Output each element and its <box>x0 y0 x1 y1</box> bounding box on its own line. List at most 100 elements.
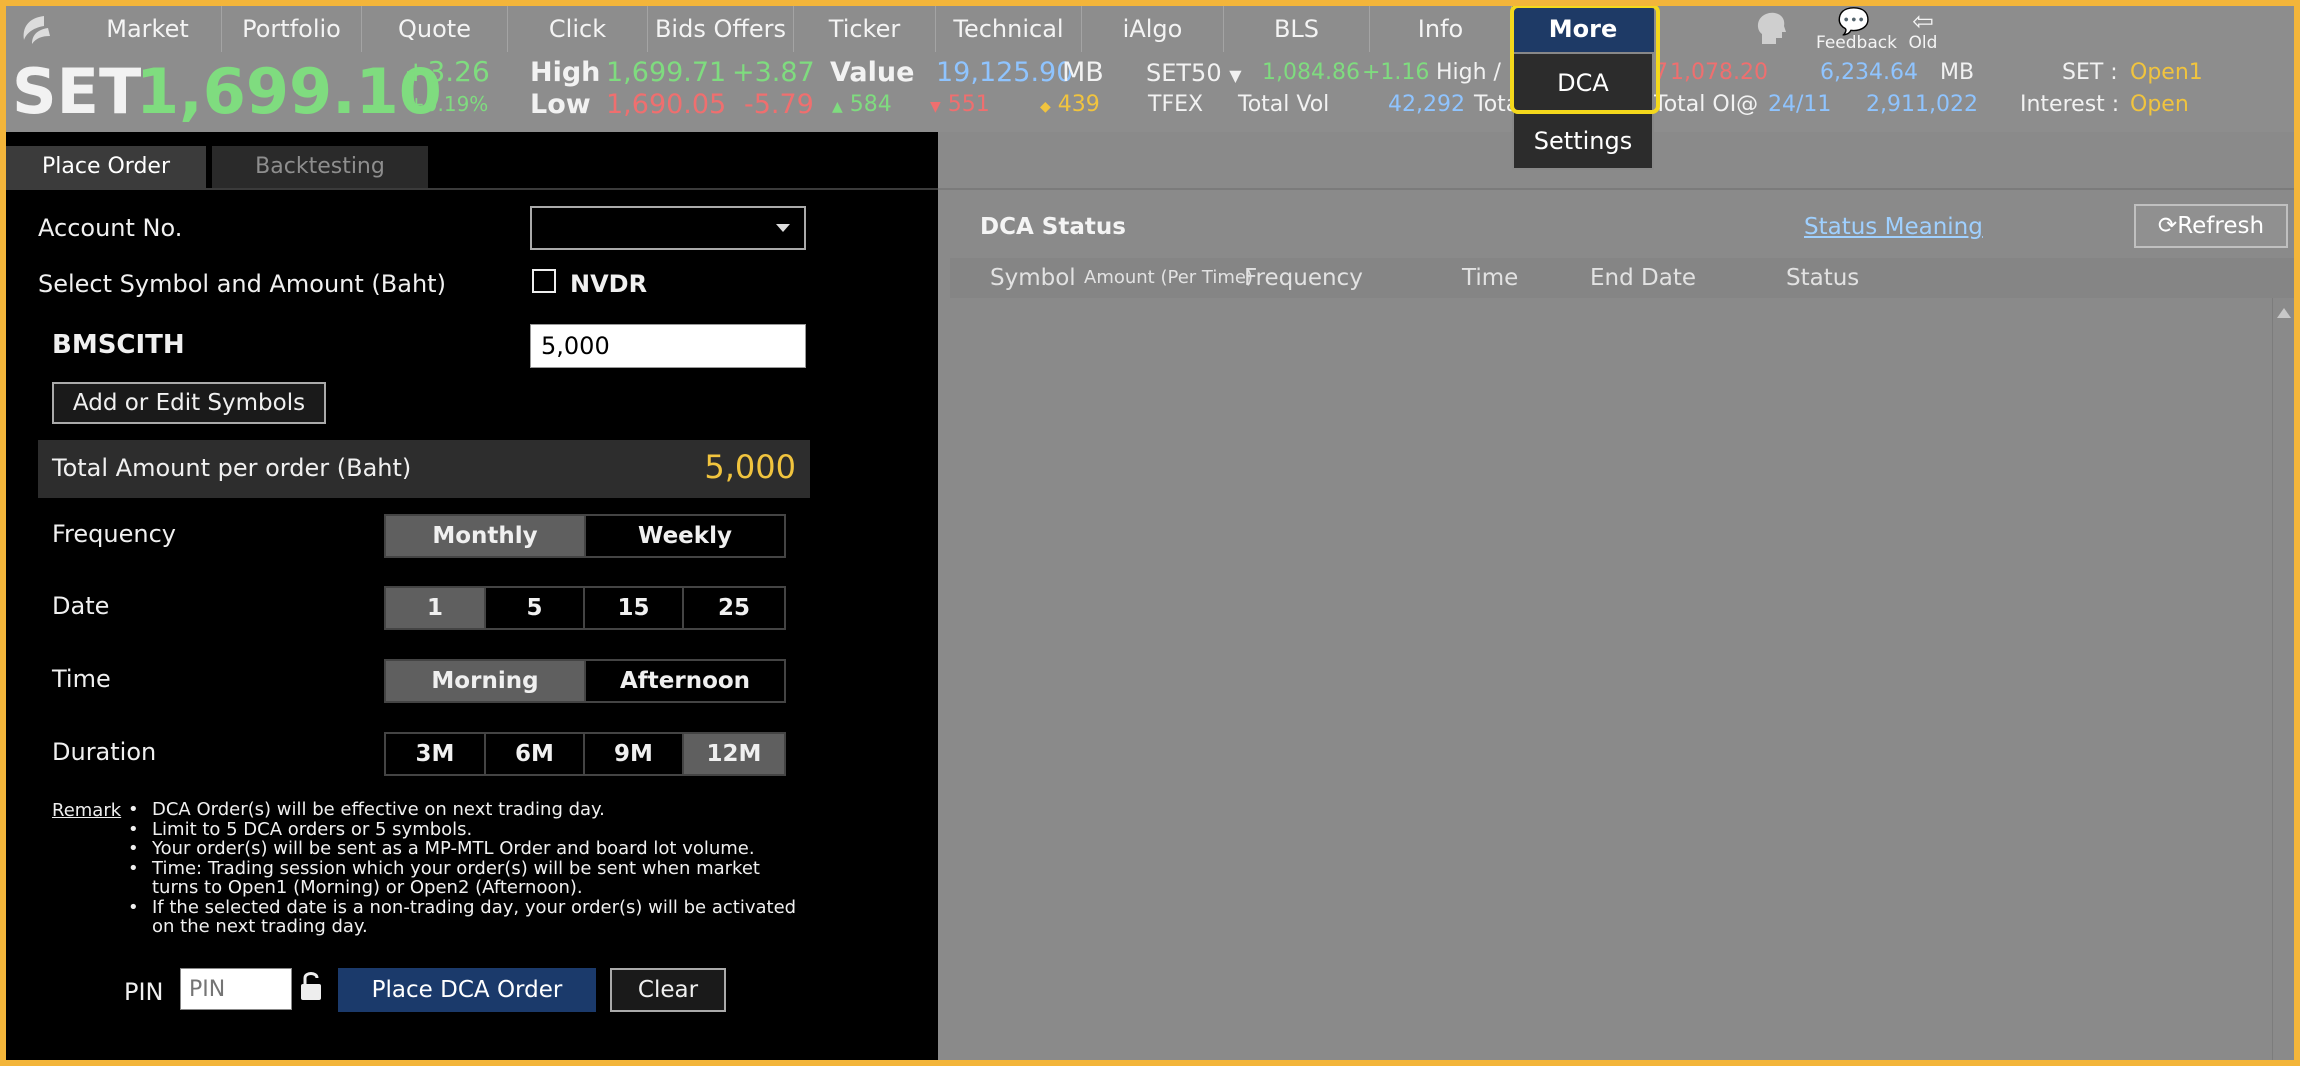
place-dca-order-button[interactable]: Place DCA Order <box>338 968 596 1012</box>
nav-click[interactable]: Click <box>508 6 648 52</box>
pin-label: PIN <box>124 978 164 1006</box>
menu-item-settings[interactable]: Settings <box>1514 114 1652 168</box>
time-toggle: Morning Afternoon <box>384 659 786 703</box>
low-value: 1,690.05 <box>606 89 727 120</box>
total-oi-date: 24/11 <box>1768 92 1832 117</box>
nav-technical[interactable]: Technical <box>936 6 1082 52</box>
chevron-down-icon: ▼ <box>1229 66 1242 85</box>
frequency-label: Frequency <box>52 520 176 548</box>
col-frequency[interactable]: Frequency <box>1244 258 1363 298</box>
head-icon[interactable] <box>1744 8 1800 52</box>
set50-label: SET50 <box>1146 59 1222 87</box>
nav-portfolio[interactable]: Portfolio <box>222 6 362 52</box>
nav-bids-offers[interactable]: Bids Offers <box>648 6 794 52</box>
index-change: +3.26 <box>404 55 490 88</box>
refresh-label: Refresh <box>2177 213 2265 239</box>
total-amount-value: 5,000 <box>704 448 796 486</box>
symbol-name: BMSCITH <box>52 330 185 360</box>
value-unit: MB <box>1062 57 1104 88</box>
unchanged-icon: ◆ <box>1040 99 1051 115</box>
app-window: Market Portfolio Quote Click Bids Offers… <box>6 6 2294 1060</box>
down-arrow-icon: ▼ <box>930 99 941 115</box>
set-status-label: SET : <box>2062 60 2118 85</box>
total-amount-label: Total Amount per order (Baht) <box>52 454 412 482</box>
nav-ticker[interactable]: Ticker <box>794 6 936 52</box>
remark-item: Time: Trading session which your order(s… <box>112 858 802 898</box>
col-end-date[interactable]: End Date <box>1590 258 1696 298</box>
up-arrow-icon: ▲ <box>832 99 843 115</box>
status-table-header: Symbol Amount (Per Time) Frequency Time … <box>950 258 2294 298</box>
nav-info[interactable]: Info <box>1370 6 1512 52</box>
unchanged-count: ◆ 439 <box>1040 90 1100 122</box>
old-button[interactable]: ⇦ Old <box>1900 8 1946 52</box>
remark-item: If the selected date is a non-trading da… <box>112 897 802 937</box>
frequency-weekly[interactable]: Weekly <box>586 516 784 556</box>
total-vol-label: Total Vol <box>1238 92 1330 117</box>
symbol-amount-label: Select Symbol and Amount (Baht) <box>38 270 446 298</box>
nav-quote[interactable]: Quote <box>362 6 508 52</box>
dca-order-panel: Place Order Backtesting Account No. Sele… <box>6 132 938 1060</box>
feedback-button[interactable]: 💬 Feedback <box>1816 8 1897 53</box>
status-table-body <box>950 298 2272 1060</box>
duration-12m[interactable]: 12M <box>684 734 784 774</box>
col-time[interactable]: Time <box>1462 258 1518 298</box>
date-option-25[interactable]: 25 <box>684 588 784 628</box>
remark-list: DCA Order(s) will be effective on next t… <box>112 800 802 937</box>
add-edit-symbols-button[interactable]: Add or Edit Symbols <box>52 382 326 424</box>
symbol-amount-input[interactable] <box>530 324 806 368</box>
account-select[interactable] <box>530 206 806 250</box>
high-low-value: 1,078.20 <box>1670 60 1768 85</box>
status-table-scrollbar[interactable] <box>2272 298 2294 1060</box>
pin-input[interactable] <box>180 968 292 1010</box>
index-value: 1,699.10 <box>136 55 442 128</box>
unlock-icon[interactable] <box>298 968 324 1008</box>
set-status-value: Open1 <box>2130 60 2203 85</box>
tab-place-order[interactable]: Place Order <box>6 146 206 188</box>
panel-divider <box>938 188 2294 190</box>
duration-label: Duration <box>52 738 157 766</box>
high-value: 1,699.71 <box>606 57 727 88</box>
remark-item: Your order(s) will be sent as a MP-MTL O… <box>112 839 802 859</box>
date-option-15[interactable]: 15 <box>585 588 684 628</box>
duration-3m[interactable]: 3M <box>386 734 486 774</box>
scroll-up-icon[interactable] <box>2277 308 2291 318</box>
nav-market[interactable]: Market <box>74 6 222 52</box>
nav-ialgo[interactable]: iAlgo <box>1082 6 1224 52</box>
duration-9m[interactable]: 9M <box>585 734 684 774</box>
index-change-pct: +0.19% <box>408 92 489 116</box>
col-status[interactable]: Status <box>1786 258 1859 298</box>
time-afternoon[interactable]: Afternoon <box>586 661 784 701</box>
set50-selector[interactable]: SET50 ▼ <box>1146 58 1242 91</box>
up-count: ▲ 584 <box>832 90 892 122</box>
dca-status-panel: DCA Status Status Meaning ⟳Refresh Symbo… <box>938 132 2294 1060</box>
refresh-button[interactable]: ⟳Refresh <box>2134 204 2288 248</box>
duration-6m[interactable]: 6M <box>486 734 585 774</box>
nvdr-label: NVDR <box>570 270 648 298</box>
date-option-1[interactable]: 1 <box>386 588 486 628</box>
set50-volume: 6,234.64 <box>1820 60 1918 85</box>
app-logo-icon[interactable] <box>14 12 60 48</box>
total-oi-label: Total OI@ <box>1654 92 1759 117</box>
nvdr-checkbox[interactable] <box>532 269 556 293</box>
old-label: Old <box>1908 33 1938 53</box>
col-symbol[interactable]: Symbol <box>990 258 1076 298</box>
date-option-5[interactable]: 5 <box>486 588 585 628</box>
high-low-label: High / L <box>1436 60 1521 85</box>
frequency-monthly[interactable]: Monthly <box>386 516 586 556</box>
time-morning[interactable]: Morning <box>386 661 586 701</box>
col-amount[interactable]: Amount (Per Time) <box>1084 258 1253 298</box>
low-label: Low <box>530 89 591 120</box>
set50-value: 1,084.86 <box>1262 60 1360 85</box>
tfex-label: TFEX <box>1148 92 1204 117</box>
status-meaning-link[interactable]: Status Meaning <box>1804 214 1983 240</box>
feedback-label: Feedback <box>1816 33 1897 53</box>
remark-item: Limit to 5 DCA orders or 5 symbols. <box>112 819 802 840</box>
tab-backtesting[interactable]: Backtesting <box>212 146 428 188</box>
remark-item: DCA Order(s) will be effective on next t… <box>112 800 802 820</box>
focus-highlight <box>1510 6 1660 114</box>
chevron-down-icon <box>776 224 790 232</box>
exit-icon: ⇦ <box>1912 7 1934 37</box>
interest-label: Interest : <box>2020 92 2120 117</box>
clear-button[interactable]: Clear <box>610 968 726 1012</box>
nav-bls[interactable]: BLS <box>1224 6 1370 52</box>
